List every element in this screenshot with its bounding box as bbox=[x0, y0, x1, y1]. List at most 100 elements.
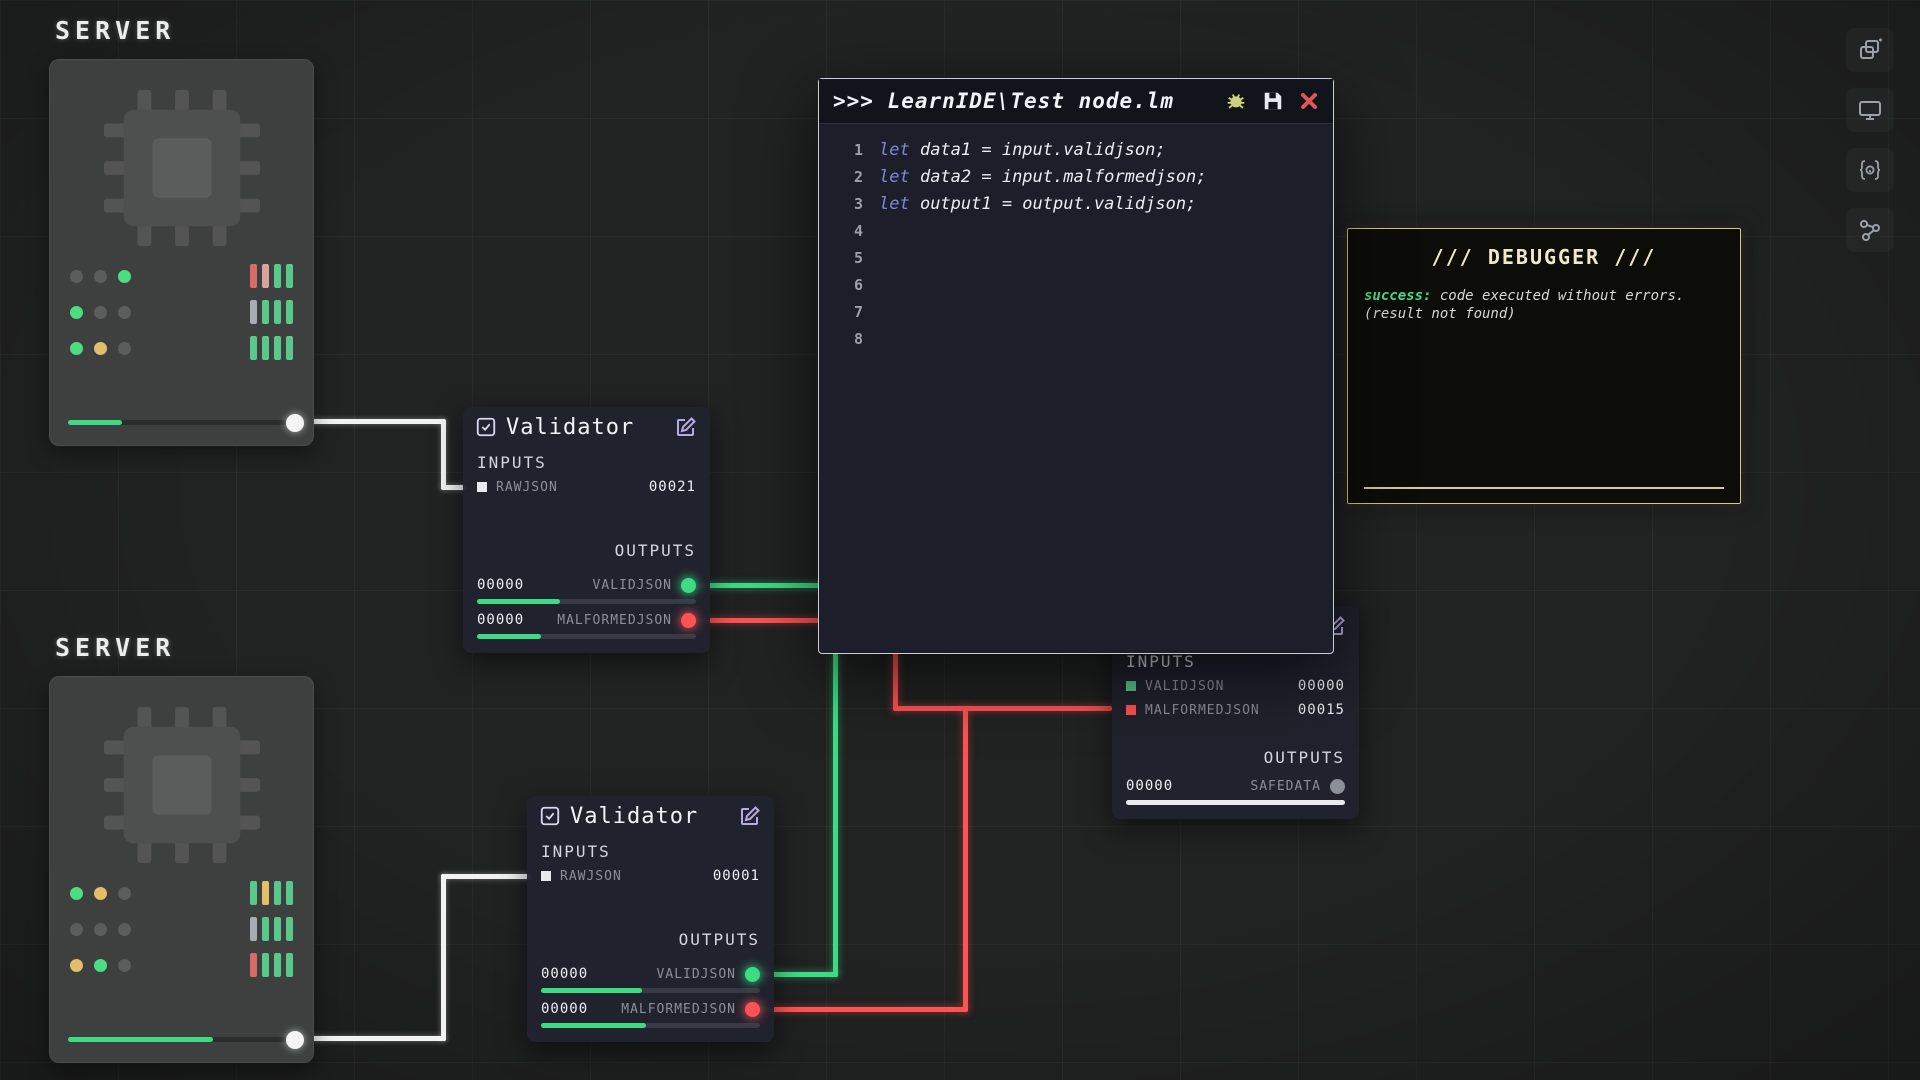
output-row-malformedjson: 00000 MALFORMEDJSON bbox=[463, 608, 710, 632]
wire-server1-to-validator1-v bbox=[441, 419, 446, 489]
output-progress-bar bbox=[477, 634, 696, 639]
output-row-safedata: 00000 SAFEDATA bbox=[1112, 774, 1359, 798]
server2-status-row-2 bbox=[50, 911, 313, 947]
new-window-button[interactable] bbox=[1846, 28, 1894, 72]
validator2-title-bar: Validator bbox=[527, 796, 774, 836]
output-label: SAFEDATA bbox=[1250, 779, 1321, 794]
share-nodes-icon bbox=[1857, 217, 1883, 243]
cpu-chip-icon bbox=[98, 84, 266, 252]
outputs-header: OUTPUTS bbox=[527, 928, 774, 952]
led-indicator bbox=[70, 342, 83, 355]
display-icon bbox=[1857, 97, 1883, 123]
wire-validator1-validjson bbox=[700, 583, 830, 588]
output-label: VALIDJSON bbox=[657, 967, 736, 982]
validator1-title-bar: Validator bbox=[463, 407, 710, 447]
led-indicator bbox=[94, 887, 107, 900]
line-number: 6 bbox=[819, 276, 879, 294]
line-number: 4 bbox=[819, 222, 879, 240]
output-row-validjson: 00000 VALIDJSON bbox=[463, 573, 710, 597]
editor-title-bar[interactable]: >>> LearnIDE\Test node.lm bbox=[819, 79, 1333, 124]
code-editor-window: >>> LearnIDE\Test node.lm 1let data1 = bbox=[818, 78, 1334, 654]
status-bars bbox=[250, 881, 293, 905]
led-indicator bbox=[94, 270, 107, 283]
braces-info-button[interactable] bbox=[1846, 148, 1894, 192]
code-line: 2let data2 = input.malformedjson; bbox=[819, 163, 1333, 190]
server2-node[interactable] bbox=[49, 676, 314, 1063]
validjson-output-port[interactable] bbox=[681, 578, 696, 593]
output-value: 00000 bbox=[477, 612, 524, 628]
debug-bug-icon[interactable] bbox=[1225, 90, 1247, 112]
input-row-malformedjson: MALFORMEDJSON 00015 bbox=[1112, 698, 1359, 722]
safedata-output-port[interactable] bbox=[1330, 779, 1345, 794]
editor-titlebar-icons bbox=[1225, 90, 1319, 112]
input-row-rawjson: RAWJSON 00001 bbox=[527, 864, 774, 888]
output-progress-bar bbox=[541, 1023, 760, 1028]
inputs-header: INPUTS bbox=[527, 840, 774, 864]
new-window-icon bbox=[1857, 37, 1883, 63]
server1-node[interactable] bbox=[49, 59, 314, 446]
output-value: 00000 bbox=[477, 577, 524, 593]
server2-output-port[interactable] bbox=[286, 1031, 304, 1049]
output-row-malformedjson: 00000 MALFORMEDJSON bbox=[527, 997, 774, 1021]
line-number: 2 bbox=[819, 168, 879, 186]
debugger-message: code executed without errors. bbox=[1431, 288, 1684, 304]
code-line: 4 bbox=[819, 217, 1333, 244]
close-icon[interactable] bbox=[1299, 91, 1319, 111]
malformedjson-output-port[interactable] bbox=[681, 613, 696, 628]
server2-status-row-1 bbox=[50, 875, 313, 911]
output-value: 00000 bbox=[1126, 778, 1173, 794]
input-value: 00015 bbox=[1298, 702, 1345, 718]
display-button[interactable] bbox=[1846, 88, 1894, 132]
edit-icon[interactable] bbox=[674, 415, 698, 439]
line-number: 3 bbox=[819, 195, 879, 213]
debugger-note: (result not found) bbox=[1364, 306, 1516, 322]
validjson-output-port[interactable] bbox=[745, 967, 760, 982]
validator1-node[interactable]: Validator INPUTS RAWJSON 00021 OUTPUTS 0… bbox=[463, 407, 710, 653]
share-nodes-button[interactable] bbox=[1846, 208, 1894, 252]
save-icon[interactable] bbox=[1262, 90, 1284, 112]
status-bars bbox=[250, 300, 293, 324]
line-number: 8 bbox=[819, 330, 879, 348]
server1-output-port[interactable] bbox=[286, 414, 304, 432]
debugger-input-line[interactable] bbox=[1364, 487, 1724, 489]
output-progress-bar bbox=[477, 599, 696, 604]
led-indicator bbox=[70, 887, 83, 900]
server1-label: SERVER bbox=[55, 16, 175, 45]
input-marker bbox=[1126, 681, 1136, 691]
led-indicator bbox=[94, 342, 107, 355]
code-line: 3let output1 = output.validjson; bbox=[819, 190, 1333, 217]
editor-title: >>> LearnIDE\Test node.lm bbox=[833, 89, 1174, 113]
input-value: 00000 bbox=[1298, 678, 1345, 694]
code-area[interactable]: 1let data1 = input.validjson; 2let data2… bbox=[819, 124, 1333, 364]
validator2-node[interactable]: Validator INPUTS RAWJSON 00001 OUTPUTS 0… bbox=[527, 796, 774, 1042]
server1-status-row-2 bbox=[50, 294, 313, 330]
slider-fill bbox=[68, 420, 122, 425]
input-row-rawjson: RAWJSON 00021 bbox=[463, 475, 710, 499]
input-value: 00001 bbox=[713, 868, 760, 884]
outputs-header: OUTPUTS bbox=[463, 539, 710, 563]
input-marker bbox=[477, 482, 487, 492]
led-indicator bbox=[118, 923, 131, 936]
wire-malformed-to-partialnode-h bbox=[893, 706, 1112, 711]
output-label: MALFORMEDJSON bbox=[557, 613, 672, 628]
output-label: MALFORMEDJSON bbox=[621, 1002, 736, 1017]
server1-output-slider bbox=[68, 420, 295, 425]
code-line: 5 bbox=[819, 244, 1333, 271]
led-indicator bbox=[94, 959, 107, 972]
inputs-header: INPUTS bbox=[463, 451, 710, 475]
edit-icon[interactable] bbox=[738, 804, 762, 828]
input-label: RAWJSON bbox=[560, 869, 622, 884]
malformedjson-output-port[interactable] bbox=[745, 1002, 760, 1017]
status-bars bbox=[250, 953, 293, 977]
wire-server2-to-validator2-h bbox=[294, 1036, 446, 1041]
server1-status-row-3 bbox=[50, 330, 313, 366]
led-indicator bbox=[118, 342, 131, 355]
led-indicator bbox=[70, 923, 83, 936]
output-label: VALIDJSON bbox=[593, 578, 672, 593]
server2-label: SERVER bbox=[55, 633, 175, 662]
validator-badge-icon bbox=[539, 805, 561, 827]
server2-output-slider bbox=[68, 1037, 295, 1042]
debugger-status: success: bbox=[1364, 288, 1431, 304]
node-title-text: Validator bbox=[506, 415, 634, 440]
output-value: 00000 bbox=[541, 966, 588, 982]
